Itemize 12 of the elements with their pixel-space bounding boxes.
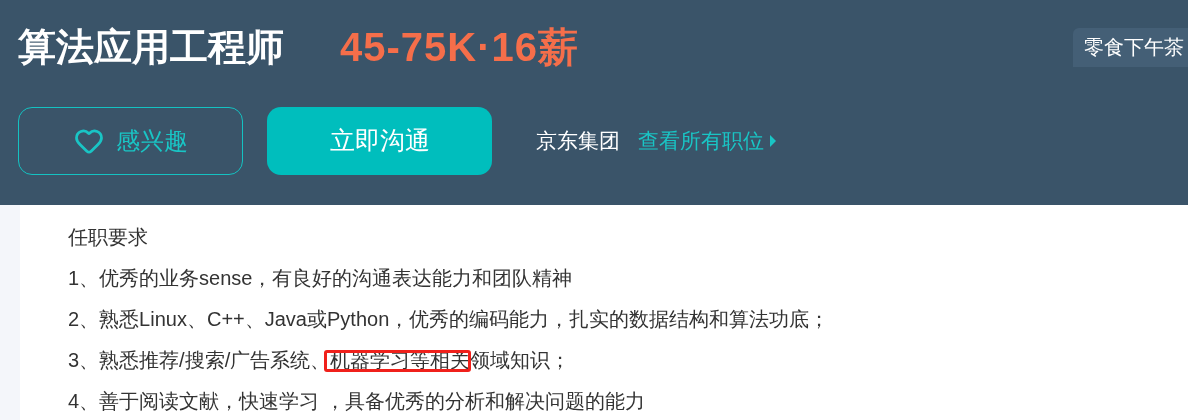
company-name: 京东集团 <box>536 128 620 155</box>
chat-button[interactable]: 立即沟通 <box>267 107 492 175</box>
requirement-line: 1、优秀的业务sense，有良好的沟通表达能力和团队精神 <box>68 266 574 291</box>
interest-button[interactable]: 感兴趣 <box>18 107 243 175</box>
tag: 零食下午茶 <box>1073 28 1188 67</box>
salary: 45-75K·16薪 <box>340 24 579 71</box>
requirement-line: 2、熟悉Linux、C++、Java或Python，优秀的编码能力，扎实的数据结构和算法功底； <box>68 307 830 332</box>
requirement-line: 4、善于阅读文献，快速学习 ，具备优秀的分析和解决问题的能力 <box>68 389 646 414</box>
job-title: 算法应用工程师 <box>18 24 284 70</box>
triangle-right-icon <box>770 135 776 147</box>
section-heading: 任职要求 <box>68 225 149 250</box>
all-jobs-link[interactable]: 查看所有职位 <box>638 125 776 157</box>
